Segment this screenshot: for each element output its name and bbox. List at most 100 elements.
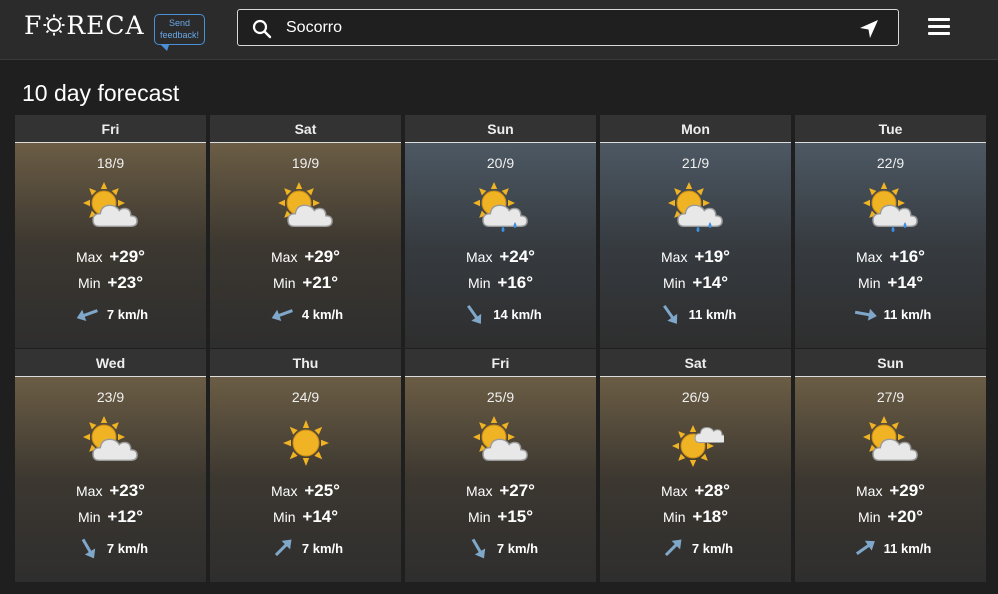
min-temp-value: +18° — [692, 507, 729, 526]
wind-info: 14 km/h — [405, 301, 596, 327]
date-label: 22/9 — [876, 155, 905, 171]
min-temp: Min +23° — [15, 273, 206, 293]
min-temp-value: +14° — [887, 273, 924, 292]
partly-cloudy-icon — [863, 416, 918, 462]
min-label: Min — [77, 275, 101, 291]
min-label: Min — [467, 509, 491, 525]
top-bar: F RECA Send feedback! — [0, 0, 998, 60]
search-box — [237, 9, 899, 46]
min-temp: Min +12° — [15, 507, 206, 527]
wind-direction-arrow-icon — [662, 304, 677, 324]
wind-direction-arrow-icon — [271, 309, 293, 322]
max-temp-value: +19° — [694, 247, 730, 266]
forecast-day-card[interactable]: Tue 22/9 Max +16° Min +14° 11 km/h — [795, 115, 986, 348]
wind-speed: 14 km/h — [493, 306, 542, 322]
max-temp: Max +19° — [600, 247, 791, 267]
wind-direction-arrow-icon — [81, 538, 96, 559]
wind-direction-arrow-icon — [467, 304, 482, 324]
partly-cloudy-icon — [83, 182, 138, 228]
max-label: Max — [271, 483, 298, 499]
search-icon[interactable] — [252, 19, 272, 39]
forecast-day-card[interactable]: Sat 19/9 Max +29° Min +21° 4 km/h — [210, 115, 401, 348]
day-body: 22/9 Max +16° Min +14° 11 km/h — [795, 143, 986, 348]
date-label: 24/9 — [291, 389, 320, 405]
min-temp-value: +21° — [302, 273, 339, 292]
max-label: Max — [76, 483, 103, 499]
weekday-label: Sat — [210, 115, 401, 143]
wind-info: 7 km/h — [15, 535, 206, 561]
min-label: Min — [662, 275, 686, 291]
min-temp: Min +16° — [405, 273, 596, 293]
min-temp: Min +14° — [210, 507, 401, 527]
wind-speed: 7 km/h — [691, 540, 734, 556]
wind-info: 7 km/h — [405, 535, 596, 561]
forecast-day-card[interactable]: Fri 25/9 Max +27° Min +15° 7 km/h — [405, 349, 596, 582]
min-temp: Min +21° — [210, 273, 401, 293]
forecast-day-card[interactable]: Sun 27/9 Max +29° Min +20° 11 km/h — [795, 349, 986, 582]
search-input[interactable] — [286, 16, 846, 40]
wind-info: 4 km/h — [210, 301, 401, 327]
wind-direction-arrow-icon — [274, 539, 292, 557]
weekday-label: Mon — [600, 115, 791, 143]
hamburger-menu-icon[interactable] — [928, 18, 950, 36]
partly-cloudy-showers-icon — [668, 182, 723, 232]
min-temp-value: +15° — [497, 507, 534, 526]
max-temp-value: +29° — [304, 247, 340, 266]
max-label: Max — [271, 249, 298, 265]
date-label: 25/9 — [486, 389, 515, 405]
mostly-sunny-icon — [672, 425, 724, 467]
location-arrow-icon[interactable] — [858, 18, 880, 40]
max-temp: Max +29° — [795, 481, 986, 501]
weekday-label: Fri — [15, 115, 206, 143]
max-temp: Max +29° — [15, 247, 206, 267]
max-temp: Max +24° — [405, 247, 596, 267]
wind-direction-arrow-icon — [471, 538, 486, 559]
min-temp: Min +18° — [600, 507, 791, 527]
foreca-logo[interactable]: F RECA — [24, 10, 145, 40]
forecast-day-card[interactable]: Fri 18/9 Max +29° Min +23° 7 km/h — [15, 115, 206, 348]
max-label: Max — [661, 483, 688, 499]
min-temp-value: +12° — [107, 507, 144, 526]
forecast-day-card[interactable]: Sun 20/9 Max +24° Min +16° 14 km/h — [405, 115, 596, 348]
min-label: Min — [77, 509, 101, 525]
max-temp: Max +23° — [15, 481, 206, 501]
min-temp: Min +14° — [795, 273, 986, 293]
wind-speed: 7 km/h — [106, 540, 149, 556]
wind-info: 7 km/h — [600, 535, 791, 561]
day-body: 26/9 Max +28° Min +18° 7 km/h — [600, 377, 791, 582]
weekday-label: Wed — [15, 349, 206, 377]
weekday-label: Tue — [795, 115, 986, 143]
page-title: 10 day forecast — [22, 80, 180, 106]
weekday-label: Sun — [405, 115, 596, 143]
max-label: Max — [466, 483, 493, 499]
max-temp: Max +27° — [405, 481, 596, 501]
wind-direction-arrow-icon — [664, 539, 682, 557]
day-body: 21/9 Max +19° Min +14° 11 km/h — [600, 143, 791, 348]
wind-speed: 7 km/h — [496, 540, 539, 556]
wind-info: 7 km/h — [15, 301, 206, 327]
min-temp-value: +16° — [497, 273, 534, 292]
max-temp-value: +25° — [304, 481, 340, 500]
send-feedback-button[interactable]: Send feedback! — [154, 14, 205, 51]
max-temp-value: +24° — [499, 247, 535, 266]
wind-speed: 11 km/h — [883, 540, 932, 556]
wind-speed: 11 km/h — [883, 306, 932, 322]
min-temp: Min +20° — [795, 507, 986, 527]
partly-cloudy-showers-icon — [473, 182, 528, 232]
min-temp: Min +14° — [600, 273, 791, 293]
date-label: 21/9 — [681, 155, 710, 171]
max-label: Max — [661, 249, 688, 265]
day-body: 24/9 Max +25° Min +14° 7 km/h — [210, 377, 401, 582]
forecast-day-card[interactable]: Wed 23/9 Max +23° Min +12° 7 km/h — [15, 349, 206, 582]
max-temp-value: +16° — [889, 247, 925, 266]
day-body: 20/9 Max +24° Min +16° 14 km/h — [405, 143, 596, 348]
forecast-day-card[interactable]: Sat 26/9 Max +28° Min +18° 7 km/h — [600, 349, 791, 582]
wind-info: 11 km/h — [795, 535, 986, 561]
wind-direction-arrow-icon — [855, 540, 875, 555]
wind-speed: 7 km/h — [301, 540, 344, 556]
min-label: Min — [272, 275, 296, 291]
forecast-day-card[interactable]: Mon 21/9 Max +19° Min +14° 11 km/h — [600, 115, 791, 348]
wind-speed: 4 km/h — [301, 306, 344, 322]
forecast-day-card[interactable]: Thu 24/9 Max +25° Min +14° 7 km/h — [210, 349, 401, 582]
wind-info: 7 km/h — [210, 535, 401, 561]
